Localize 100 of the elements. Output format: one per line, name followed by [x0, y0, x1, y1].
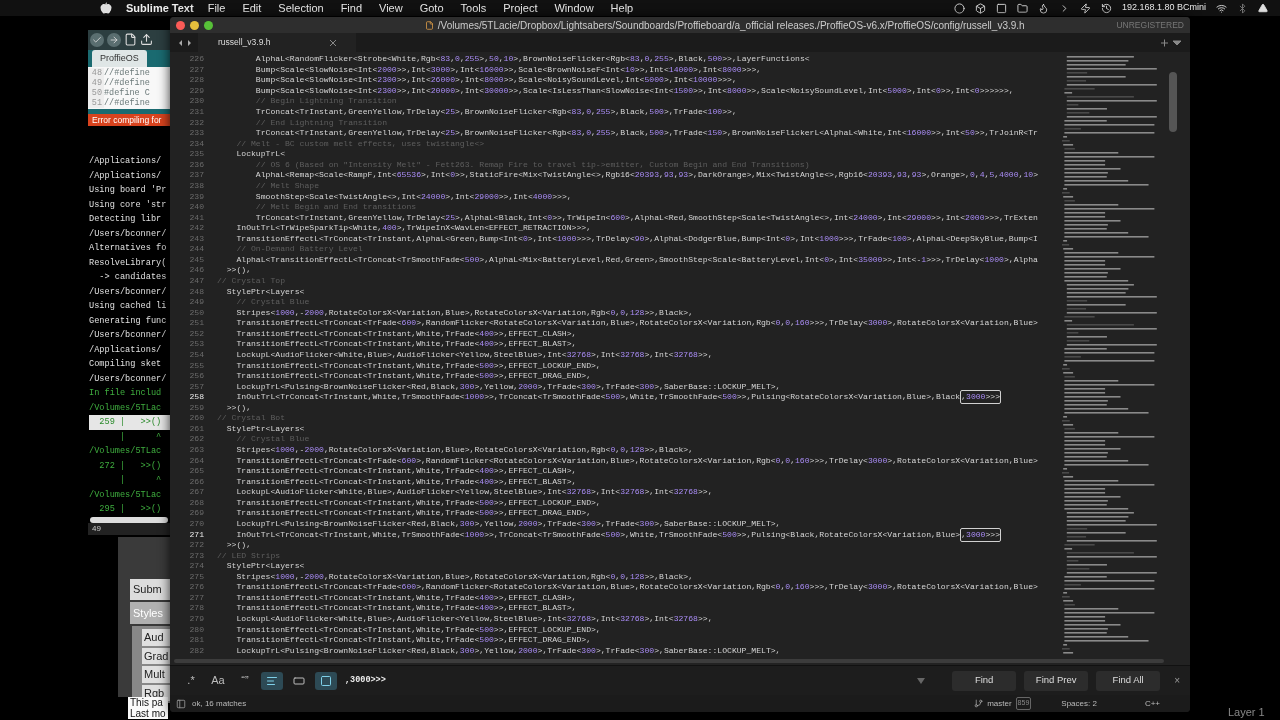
- eject-icon[interactable]: [1258, 3, 1268, 13]
- line-number: 229: [188, 84, 205, 97]
- document-icon: [424, 20, 434, 30]
- console-line: Using core 'str: [89, 198, 168, 212]
- console-line: /Users/bconner/: [89, 329, 168, 343]
- file-icon[interactable]: [124, 33, 137, 47]
- find-button[interactable]: Find: [952, 670, 1017, 691]
- line-number: 267: [188, 486, 205, 499]
- code-line: Stripes<1000,-2000,RotateColorsX<Variation,Blue>,RotateColorsX<Variation,Rgb<0,0,128>>,Black>,: [235, 306, 694, 319]
- code-line: TransitionEffectL<TrConcat<TrInstant,AlphaL<Green,Bump<Int<0>,Int<1000>>>,TrDelay<90>,AlphaL<DodgerBlue,Bump<Int<0>,Int<1000>>>,TrFade<100>,AlphaL<DeepSkyBlue,Bump<I: [235, 232, 1038, 245]
- status-icon[interactable]: [1079, 2, 1091, 14]
- status-icon[interactable]: [995, 2, 1007, 14]
- branch-icon: [974, 699, 984, 708]
- code-line: //#define: [104, 98, 150, 109]
- status-icon[interactable]: [953, 2, 965, 14]
- line-number: 232: [188, 116, 205, 129]
- lines-icon[interactable]: [261, 671, 283, 690]
- network-label[interactable]: 192.168.1.80 BCmini: [1121, 1, 1206, 15]
- page-text: This pa: [128, 697, 168, 708]
- verify-icon[interactable]: [90, 32, 104, 47]
- dropdown-icon[interactable]: [917, 677, 925, 684]
- code-line: TransitionEffectL<TrConcat<TrInstant,White,TrFade<400>>,EFFECT_BLAST>,: [235, 475, 577, 488]
- menu-item[interactable]: Tools: [460, 0, 487, 17]
- code-line: AlphaL<TransitionEffectL<TrConcat<TrSmoothFade<500>,AlphaL<Mix<BatteryLevel,Red,Green>,SmoothStep<Scale<BatteryLevel,Int<0>,Int<35000>>,Int<-1>>>,TrDelay<1000>,Alpha: [235, 253, 1038, 266]
- find-option-toggle[interactable]: .*: [180, 671, 202, 690]
- menu-item[interactable]: Selection: [278, 0, 324, 17]
- code-line: #define C: [104, 88, 150, 99]
- submit-button[interactable]: Subm: [130, 579, 170, 600]
- app-menu[interactable]: Sublime Text: [126, 0, 194, 17]
- code-line: LockupL<AudioFlicker<White,Blue>,AudioFlicker<Yellow,SteelBlue>,Int<32768>,Int<32768>,Int<32768>>,: [235, 613, 713, 626]
- line-number: 255: [188, 359, 205, 372]
- console-line: /Applications/: [89, 155, 163, 169]
- upload-icon[interactable]: [107, 32, 121, 47]
- console-scrollbar[interactable]: [90, 516, 168, 523]
- code-line: StylePtr<Layers<: [225, 422, 305, 435]
- code-line: TransitionEffectL<TrConcat<TrFade<600>,RandomFlicker<RotateColorsX<Variation,Blue>,RotateColorsX<Variation,Rgb<0,0,160>>>,TrDelay<3000>,RotateColorsX<Variation,Blue>: [235, 317, 1038, 330]
- line-number: 48: [88, 68, 104, 79]
- close-icon[interactable]: [330, 39, 337, 46]
- upload-arrow-icon[interactable]: [140, 33, 153, 47]
- minimap-drawing[interactable]: [1060, 54, 1160, 654]
- line-number: 244: [188, 243, 205, 256]
- console-line: /Volumes/5TLac: [89, 445, 163, 459]
- line-number: 274: [188, 560, 205, 573]
- style-item[interactable]: Aud: [142, 629, 170, 646]
- status-icon[interactable]: [974, 2, 986, 14]
- bluetooth-icon[interactable]: [1237, 2, 1248, 14]
- branch-name[interactable]: master: [987, 697, 1012, 710]
- find-button[interactable]: Find Prev: [1024, 670, 1089, 691]
- status-icon[interactable]: [1100, 2, 1112, 14]
- navigation-arrows-icon[interactable]: [178, 38, 192, 47]
- tab-menu-icon[interactable]: [1160, 38, 1182, 47]
- menu-item[interactable]: File: [207, 0, 226, 17]
- menu-item[interactable]: Project: [503, 0, 538, 17]
- line-number: 269: [188, 507, 205, 520]
- menu-item[interactable]: Window: [554, 0, 594, 17]
- line-number: 250: [188, 306, 205, 319]
- line-number: 277: [188, 591, 205, 604]
- syntax-mode[interactable]: C++: [1144, 697, 1160, 710]
- menu-item[interactable]: Goto: [419, 0, 444, 17]
- file-tab[interactable]: russell_v3.9.h: [198, 33, 357, 52]
- close-button[interactable]: ×: [1174, 673, 1180, 688]
- menu-item[interactable]: Help: [610, 0, 634, 17]
- menu-item[interactable]: Edit: [242, 0, 262, 17]
- console-line: Generating func: [89, 314, 168, 328]
- console-line: /Volumes/5TLac: [89, 401, 163, 415]
- indentation-setting[interactable]: Spaces: 2: [1061, 697, 1097, 710]
- error-message: Error compiling for: [92, 113, 162, 127]
- code-line: TransitionEffectL<TrConcat<TrInstant,White,TrFade<400>>,EFFECT_CLASH>,: [235, 327, 577, 340]
- find-option-toggle[interactable]: “”: [234, 671, 256, 690]
- menu-item[interactable]: View: [379, 0, 403, 17]
- search-field[interactable]: ,3000>>>: [342, 671, 912, 690]
- line-number: 234: [188, 137, 205, 150]
- line-number: 230: [188, 95, 205, 108]
- find-button[interactable]: Find All: [1096, 670, 1161, 691]
- line-number: 276: [188, 581, 205, 594]
- code-line: InOutTrL<TrConcat<TrInstant,White,TrSmoothFade<1000>>,TrConcat<TrSmoothFade<500>,White,TrSmoothFade<500>>,Pulsing<Black,RotateColorsX<Variation,Blue>: [235, 528, 961, 541]
- code-line: SmoothStep<Scale<TwistAngle<>,Int<24000>,Int<29000>>,Int<4000>>>,: [254, 190, 572, 203]
- status-icon[interactable]: [1016, 2, 1028, 14]
- code-line: Stripes<1000,-2000,RotateColorsX<Variation,Blue>,RotateColorsX<Variation,Rgb<0,0,128>>,Black>,: [235, 570, 694, 583]
- code-line: TransitionEffectL<TrConcat<TrInstant,White,TrFade<500>>,EFFECT_DRAG_END>,: [235, 634, 591, 647]
- style-item[interactable]: Mult: [142, 666, 170, 683]
- wifi-icon[interactable]: [1216, 2, 1227, 14]
- square-icon[interactable]: [315, 671, 337, 690]
- status-icon[interactable]: [1037, 2, 1049, 14]
- code-line: >>(),: [225, 264, 251, 277]
- find-option-toggle[interactable]: Aa: [207, 671, 229, 690]
- sidebar-toggle-icon[interactable]: [176, 698, 186, 709]
- line-number: 228: [188, 74, 205, 87]
- line-number: 240: [188, 201, 205, 214]
- console-line: Detecting libr: [89, 213, 163, 227]
- line-number: 246: [188, 264, 205, 277]
- console-line: /Volumes/5TLac: [89, 488, 163, 502]
- code-line: TransitionEffectL<TrConcat<TrInstant,White,TrFade<400>>,EFFECT_CLASH>,: [235, 465, 577, 478]
- code-line: TrConcat<TrInstant,GreenYellow,TrDelay<25>,BrownNoiseFlicker<Rgb<83,0,255>,Black,500>,TrFade<150>,BrownNoiseFlickerL<AlphaL<White,Int<16000>>,Int<50>>,TrJoinR<Tr: [254, 127, 1038, 140]
- code-line: TransitionEffectL<TrConcat<TrInstant,White,TrFade<400>>,EFFECT_BLAST>,: [235, 338, 577, 351]
- menu-item[interactable]: Find: [340, 0, 363, 17]
- apple-icon[interactable]: [100, 2, 112, 14]
- style-item[interactable]: Grad: [142, 647, 170, 664]
- vertical-scrollbar[interactable]: [1169, 72, 1177, 132]
- line-number: 266: [188, 475, 205, 488]
